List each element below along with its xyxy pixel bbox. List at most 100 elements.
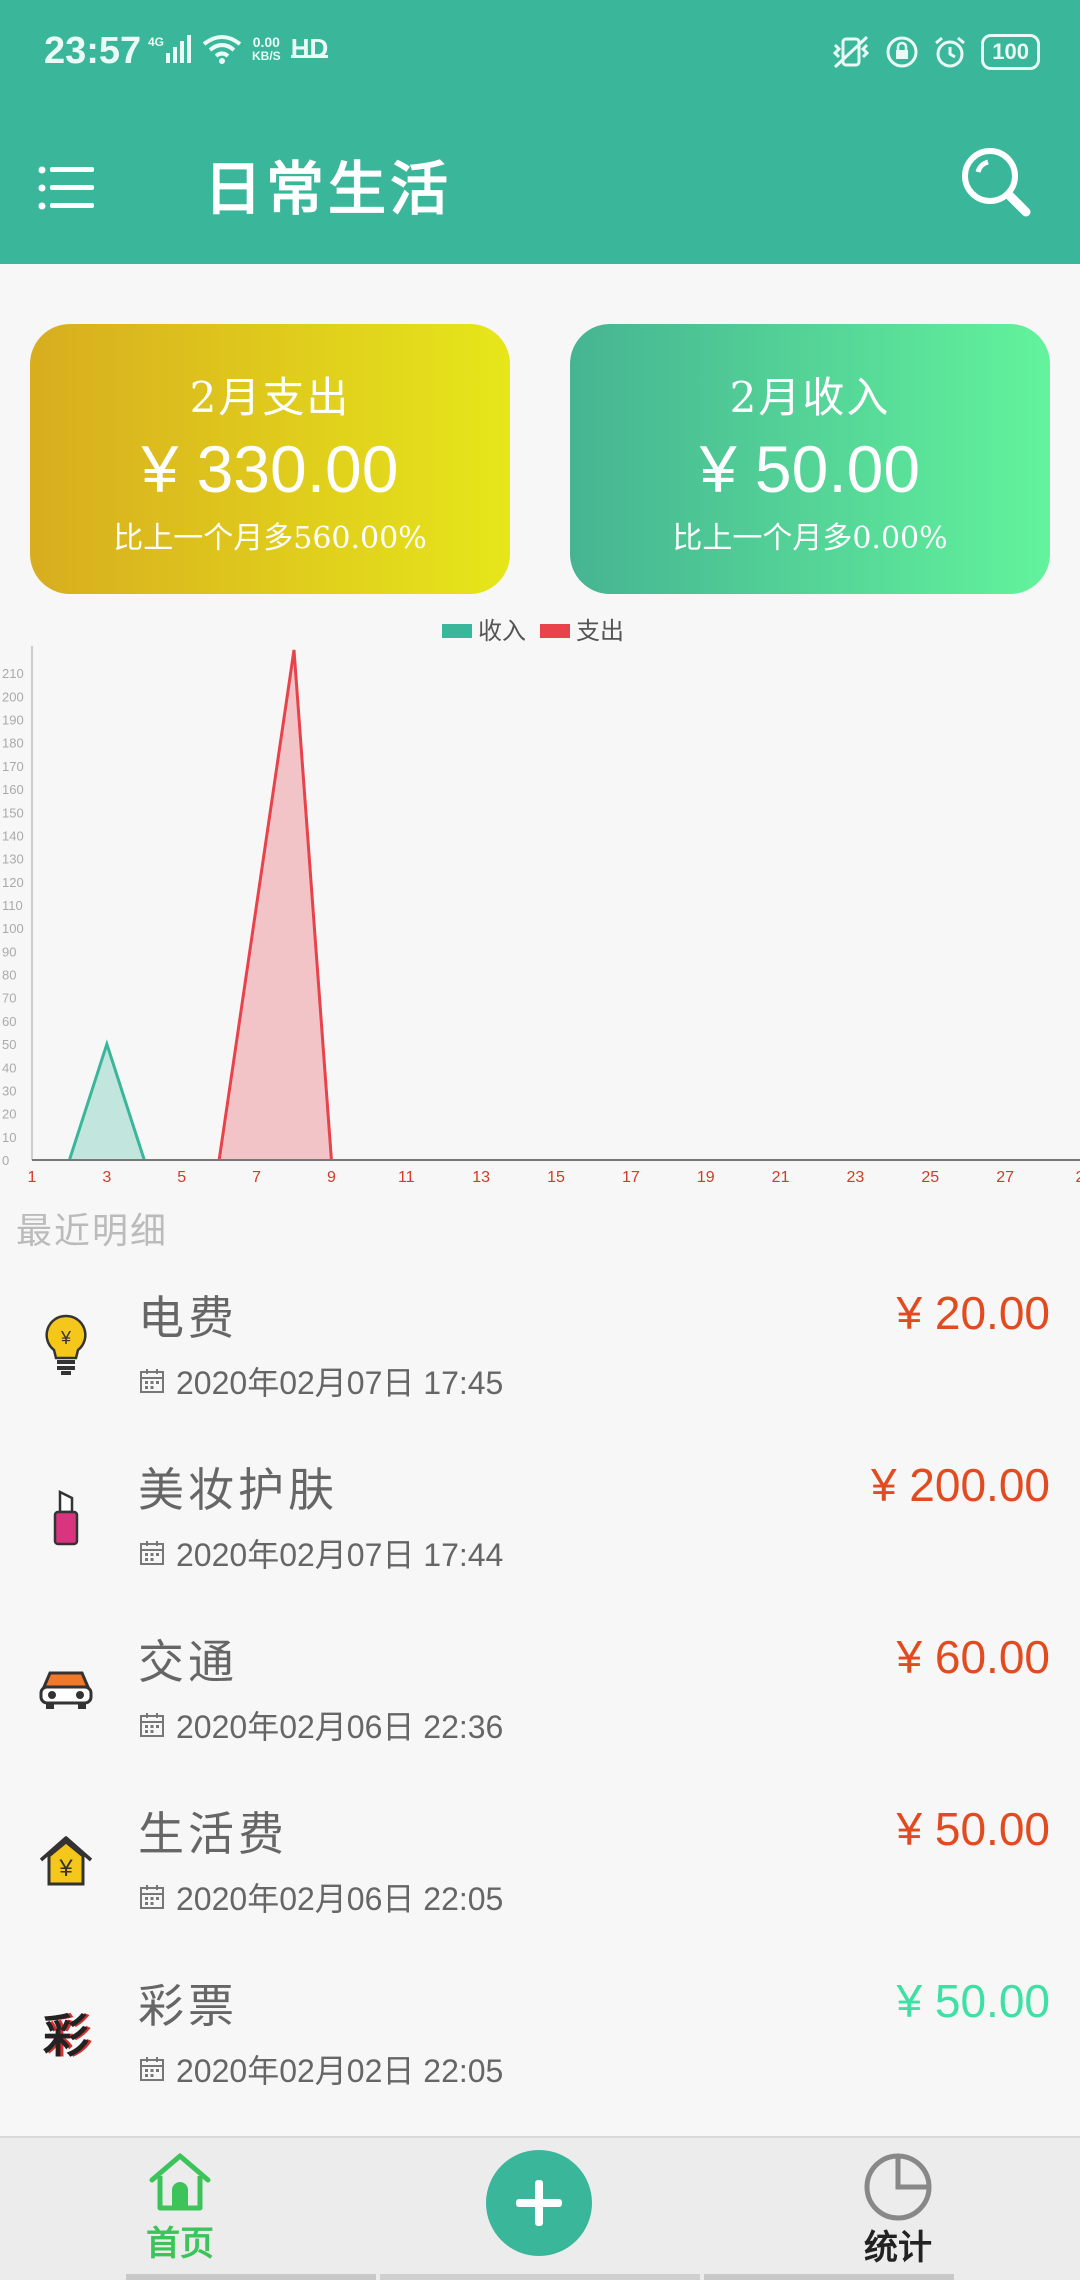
y-tick-label: 180 bbox=[2, 736, 24, 751]
transaction-date: 2020年02月07日 17:44 bbox=[176, 1537, 504, 1573]
home-icon bbox=[149, 2153, 211, 2211]
plus-icon bbox=[516, 2180, 562, 2226]
transaction-name: 彩票 bbox=[138, 1979, 238, 2033]
menu-icon bbox=[38, 166, 94, 210]
x-tick-label: 19 bbox=[697, 1169, 715, 1186]
y-tick-label: 10 bbox=[2, 1130, 16, 1145]
income-card-amount: ¥ 50.00 bbox=[699, 432, 921, 506]
y-tick-label: 200 bbox=[2, 689, 24, 704]
y-tick-label: 210 bbox=[2, 666, 24, 681]
x-tick-label: 23 bbox=[847, 1169, 865, 1186]
transaction-date-row: 2020年02月02日 22:05 bbox=[138, 2046, 503, 2092]
hd-icon: HD bbox=[290, 32, 329, 63]
x-tick-label: 1 bbox=[28, 1169, 37, 1186]
x-tick-label: 11 bbox=[398, 1169, 415, 1186]
recent-section-label: 最近明细 bbox=[16, 1211, 169, 1252]
svg-text:¥: ¥ bbox=[60, 1328, 72, 1348]
status-bar: 23:57 4G 0.00 KB/S HD 100 bbox=[0, 0, 1080, 112]
x-tick-label: 27 bbox=[996, 1169, 1014, 1186]
y-tick-label: 140 bbox=[2, 828, 24, 843]
search-button[interactable] bbox=[956, 142, 1036, 222]
y-tick-label: 20 bbox=[2, 1107, 16, 1122]
legend-label: 支出 bbox=[576, 617, 624, 645]
y-tick-label: 170 bbox=[2, 759, 24, 774]
x-tick-label: 17 bbox=[622, 1169, 640, 1186]
transaction-date-row: 2020年02月06日 22:05 bbox=[138, 1874, 503, 1920]
y-tick-label: 130 bbox=[2, 852, 24, 867]
lock-rotation-icon bbox=[886, 36, 918, 68]
expense-card-amount: ¥ 330.00 bbox=[141, 432, 399, 506]
legend-label: 收入 bbox=[478, 617, 526, 645]
y-tick-label: 110 bbox=[2, 898, 23, 913]
nav-home-tab[interactable]: 首页 bbox=[130, 2152, 230, 2272]
transaction-date: 2020年02月06日 22:36 bbox=[176, 1709, 504, 1745]
expense-card-compare: 比上一个月多560.00% bbox=[113, 521, 427, 556]
income-summary-card[interactable]: 2月收入 ¥ 50.00 比上一个月多0.00% bbox=[570, 324, 1050, 594]
pie-chart-icon bbox=[864, 2153, 932, 2221]
calendar-icon bbox=[140, 1885, 164, 1909]
x-tick-label: 25 bbox=[921, 1169, 939, 1186]
calendar-icon bbox=[140, 1541, 164, 1565]
y-tick-label: 30 bbox=[2, 1083, 16, 1098]
nav-stats-label: 统计 bbox=[864, 2228, 932, 2268]
nav-stats-tab[interactable]: 统计 bbox=[848, 2152, 948, 2272]
menu-button[interactable] bbox=[36, 156, 100, 220]
y-tick-label: 150 bbox=[2, 805, 24, 820]
daily-chart: 收入 支出010203040506070809010011012013014015… bbox=[2, 617, 1080, 1186]
expense-summary-card[interactable]: 2月支出 ¥ 330.00 比上一个月多560.00% bbox=[30, 324, 510, 594]
income-card-title: 2月收入 bbox=[729, 373, 891, 422]
transaction-amount: ¥ 50.00 bbox=[896, 1803, 1050, 1855]
wifi-icon bbox=[202, 35, 242, 64]
list-item[interactable]: ¥ 电费 2020年02月07日 17:45 ¥ 20.00 bbox=[0, 1260, 1080, 1432]
battery-icon: 100 bbox=[981, 34, 1040, 70]
y-tick-label: 160 bbox=[2, 782, 24, 797]
x-tick-label: 15 bbox=[547, 1169, 565, 1186]
y-tick-label: 120 bbox=[2, 875, 24, 890]
transaction-name: 电费 bbox=[138, 1291, 238, 1345]
x-tick-label: 9 bbox=[327, 1169, 336, 1186]
cellular-signal-icon: 4G bbox=[148, 35, 192, 63]
status-left-icons: 4G 0.00 KB/S HD bbox=[148, 32, 329, 64]
transaction-date: 2020年02月02日 22:05 bbox=[176, 2053, 504, 2089]
status-time: 23:57 bbox=[44, 30, 142, 72]
transaction-list: ¥ 电费 2020年02月07日 17:45 ¥ 20.00 美妆护肤 2020… bbox=[0, 1260, 1080, 2120]
bottom-nav: 首页 统计 bbox=[0, 2136, 1080, 2280]
transaction-amount: ¥ 60.00 bbox=[896, 1631, 1050, 1683]
x-tick-label: 13 bbox=[472, 1169, 490, 1186]
network-speed: 0.00 KB/S bbox=[252, 35, 281, 63]
y-tick-label: 40 bbox=[2, 1060, 16, 1075]
alarm-icon bbox=[935, 36, 966, 68]
lipstick-icon bbox=[36, 1482, 96, 1552]
y-tick-label: 60 bbox=[2, 1014, 16, 1029]
page-title: 日常生活 bbox=[204, 155, 453, 223]
transaction-amount: ¥ 20.00 bbox=[896, 1287, 1050, 1339]
y-tick-label: 190 bbox=[2, 713, 24, 728]
list-item[interactable]: ¥ 生活费 2020年02月06日 22:05 ¥ 50.00 bbox=[0, 1776, 1080, 1948]
y-tick-label: 70 bbox=[2, 991, 16, 1006]
network-type: 4G bbox=[148, 35, 165, 49]
network-speed-unit: KB/S bbox=[252, 49, 281, 63]
x-tick-label: 21 bbox=[772, 1169, 790, 1186]
y-tick-label: 80 bbox=[2, 968, 16, 983]
x-tick-label: 3 bbox=[102, 1169, 111, 1186]
series-area bbox=[219, 650, 332, 1160]
x-tick-label: 2 bbox=[1076, 1169, 1080, 1186]
add-record-button[interactable] bbox=[486, 2150, 592, 2256]
nav-home-label: 首页 bbox=[146, 2224, 214, 2264]
list-item[interactable]: 美妆护肤 2020年02月07日 17:44 ¥ 200.00 bbox=[0, 1432, 1080, 1604]
transaction-date: 2020年02月07日 17:45 bbox=[176, 1365, 504, 1401]
y-tick-label: 50 bbox=[2, 1037, 16, 1052]
calendar-icon bbox=[140, 2057, 164, 2081]
car-icon bbox=[36, 1654, 96, 1724]
list-item[interactable]: 交通 2020年02月06日 22:36 ¥ 60.00 bbox=[0, 1604, 1080, 1776]
nav-indicator-bar bbox=[126, 2274, 954, 2280]
network-speed-value: 0.00 bbox=[252, 34, 280, 50]
calendar-icon bbox=[140, 1369, 164, 1393]
lightbulb-icon: ¥ bbox=[36, 1310, 96, 1380]
battery-level: 100 bbox=[992, 39, 1029, 64]
legend-swatch bbox=[540, 624, 570, 638]
transaction-date-row: 2020年02月07日 17:45 bbox=[138, 1358, 503, 1404]
status-right-icons: 100 bbox=[831, 34, 1040, 70]
list-item[interactable]: 彩 彩票 2020年02月02日 22:05 ¥ 50.00 bbox=[0, 1948, 1080, 2120]
transaction-date: 2020年02月06日 22:05 bbox=[176, 1881, 504, 1917]
